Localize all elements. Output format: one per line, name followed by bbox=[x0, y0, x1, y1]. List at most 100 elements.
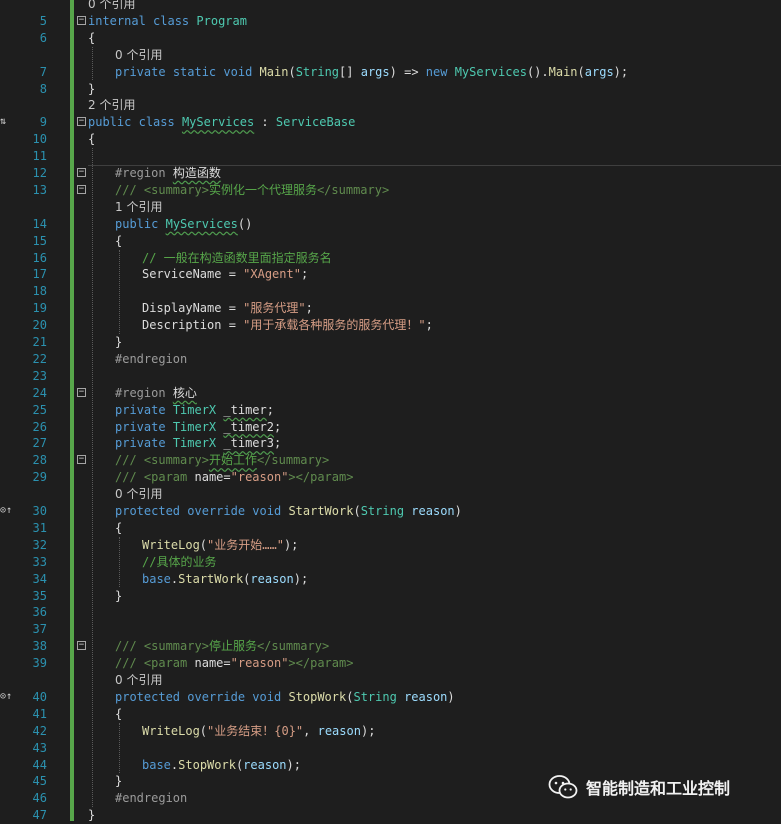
code-token: void bbox=[223, 64, 253, 79]
code-line[interactable]: 20 Description = "用于承载各种服务的服务代理！"; bbox=[0, 317, 781, 334]
code-line[interactable]: 17 ServiceName = "XAgent"; bbox=[0, 266, 781, 283]
code-line[interactable]: 38 − /// <summary>停止服务</summary> bbox=[0, 638, 781, 655]
override-marker-icon[interactable]: ⊙↑ bbox=[0, 690, 12, 704]
code-token: "业务结束！{0}" bbox=[207, 723, 304, 738]
code-text: private static void Main(String[] args) … bbox=[115, 64, 628, 81]
code-line[interactable]: 30 protected override void StartWork(Stri… bbox=[0, 503, 781, 520]
code-line[interactable]: 1 个引用 bbox=[0, 199, 781, 216]
code-line[interactable]: 21} bbox=[0, 334, 781, 351]
code-line[interactable]: 35} bbox=[0, 588, 781, 605]
code-line[interactable]: 29 /// <param name="reason"></param> bbox=[0, 469, 781, 486]
fold-toggle[interactable]: − bbox=[77, 117, 86, 127]
code-text: 2 个引用 bbox=[88, 97, 135, 114]
code-line[interactable]: 23 bbox=[0, 368, 781, 385]
line-number: 41 bbox=[32, 706, 47, 721]
indent-guide bbox=[119, 249, 120, 334]
fold-toggle[interactable]: − bbox=[77, 168, 86, 177]
code-token: { bbox=[88, 132, 96, 147]
code-token: "reason" bbox=[230, 656, 289, 671]
line-number: 45 bbox=[32, 774, 47, 789]
code-token: Program bbox=[196, 13, 247, 28]
code-token: base bbox=[142, 571, 171, 586]
code-line[interactable]: 22 #endregion bbox=[0, 351, 781, 368]
code-token: base bbox=[142, 757, 171, 772]
code-line[interactable]: 33 //具体的业务 bbox=[0, 554, 781, 571]
code-line[interactable]: 0 个引用 bbox=[0, 486, 781, 503]
code-line[interactable]: 10 { bbox=[0, 131, 781, 148]
code-line[interactable]: 26 private TimerX _timer2; bbox=[0, 419, 781, 436]
code-text: } bbox=[115, 773, 122, 790]
code-line[interactable]: 40 protected override void StopWork(Strin… bbox=[0, 689, 781, 706]
code-line[interactable]: 25 private TimerX _timer; bbox=[0, 402, 781, 419]
code-line[interactable]: 6{ bbox=[0, 30, 781, 47]
reference-count-hint[interactable]: 0 个引用 bbox=[88, 0, 135, 11]
fold-toggle[interactable]: − bbox=[77, 15, 86, 25]
line-number: 46 bbox=[32, 791, 47, 806]
code-token: DisplayName = bbox=[142, 301, 244, 316]
fold-toggle[interactable]: − bbox=[77, 641, 86, 651]
code-line[interactable]: 0 个引用 bbox=[0, 47, 781, 64]
code-text: 0 个引用 bbox=[115, 47, 162, 64]
indent-guide bbox=[119, 722, 120, 774]
code-token: reason bbox=[411, 504, 455, 518]
override-marker-icon[interactable]: ⊙↑ bbox=[0, 504, 12, 518]
code-line[interactable]: 5 − internal class Program bbox=[0, 13, 781, 30]
code-token: ( bbox=[577, 64, 585, 79]
code-line[interactable]: 37 bbox=[0, 621, 781, 638]
code-line[interactable]: 16 // 一般在构造函数里面指定服务名 bbox=[0, 250, 781, 267]
override-marker-icon[interactable]: ⇅ bbox=[0, 115, 12, 129]
code-line[interactable]: 31 { bbox=[0, 520, 781, 537]
code-token: </summary> bbox=[256, 453, 330, 468]
reference-count-hint[interactable]: 2 个引用 bbox=[88, 98, 135, 112]
code-line[interactable]: 27 private TimerX _timer3; bbox=[0, 435, 781, 452]
code-token: ) bbox=[454, 504, 462, 518]
code-line[interactable]: 2 个引用 bbox=[0, 97, 781, 114]
code-line[interactable]: 11 bbox=[0, 148, 781, 165]
code-line[interactable]: 28 − /// <summary>开始工作</summary> bbox=[0, 452, 781, 469]
region-separator bbox=[88, 165, 781, 166]
code-token: } bbox=[115, 335, 123, 349]
fold-toggle[interactable]: − bbox=[77, 387, 86, 397]
line-number: 43 bbox=[32, 740, 47, 755]
code-line[interactable]: 8} bbox=[0, 81, 781, 98]
code-line[interactable]: 39 /// <param name="reason"></param> bbox=[0, 655, 781, 672]
fold-toggle[interactable]: − bbox=[77, 455, 86, 465]
code-line[interactable]: 42 WriteLog("业务结束！{0}", reason); bbox=[0, 723, 781, 740]
reference-count-hint[interactable]: 0 个引用 bbox=[115, 673, 162, 687]
code-token: reason bbox=[250, 571, 294, 586]
line-number: 39 bbox=[32, 656, 47, 671]
reference-count-hint[interactable]: 0 个引用 bbox=[115, 487, 162, 501]
line-number: 7 bbox=[39, 64, 47, 79]
code-line[interactable]: 0 个引用 bbox=[0, 0, 781, 13]
code-line[interactable]: 7 private static void Main(String[] args)… bbox=[0, 64, 781, 81]
code-line[interactable]: 47} bbox=[0, 807, 781, 824]
code-token: new bbox=[425, 64, 448, 79]
code-line[interactable]: 36 bbox=[0, 604, 781, 621]
code-token: void bbox=[252, 504, 282, 518]
line-number: 5 bbox=[39, 13, 47, 28]
code-line[interactable]: 13 − /// <summary>实例化一个代理服务</summary> bbox=[0, 182, 781, 199]
code-token: reason bbox=[404, 689, 448, 704]
code-line[interactable]: 34 base.StartWork(reason); bbox=[0, 571, 781, 588]
fold-toggle[interactable]: − bbox=[77, 184, 86, 194]
code-line[interactable]: 9− public class MyServices : ServiceBase bbox=[0, 114, 781, 131]
code-line[interactable]: 14 public MyServices() bbox=[0, 216, 781, 233]
code-text: } bbox=[115, 588, 122, 605]
code-line[interactable]: 12 − #region 构造函数 bbox=[0, 165, 781, 182]
code-line[interactable]: 0 个引用 bbox=[0, 672, 781, 689]
code-line[interactable]: 32 WriteLog("业务开始……"); bbox=[0, 537, 781, 554]
reference-count-hint[interactable]: 1 个引用 bbox=[115, 200, 162, 214]
code-editor[interactable]: 0 个引用 5− internal class Program 6{0 个引用 7 pri… bbox=[0, 0, 781, 824]
code-line[interactable]: 24 − #region 核心 bbox=[0, 385, 781, 402]
code-token: name= bbox=[187, 470, 231, 485]
code-line[interactable]: 44 base.StopWork(reason); bbox=[0, 757, 781, 774]
code-line[interactable]: 19 DisplayName = "服务代理"; bbox=[0, 300, 781, 317]
code-line[interactable]: 18 bbox=[0, 283, 781, 300]
code-line[interactable]: 15 { bbox=[0, 233, 781, 250]
code-line[interactable]: 43 bbox=[0, 740, 781, 757]
code-line[interactable]: 41 { bbox=[0, 706, 781, 723]
reference-count-hint[interactable]: 0 个引用 bbox=[115, 48, 162, 62]
code-token: String bbox=[295, 64, 340, 79]
